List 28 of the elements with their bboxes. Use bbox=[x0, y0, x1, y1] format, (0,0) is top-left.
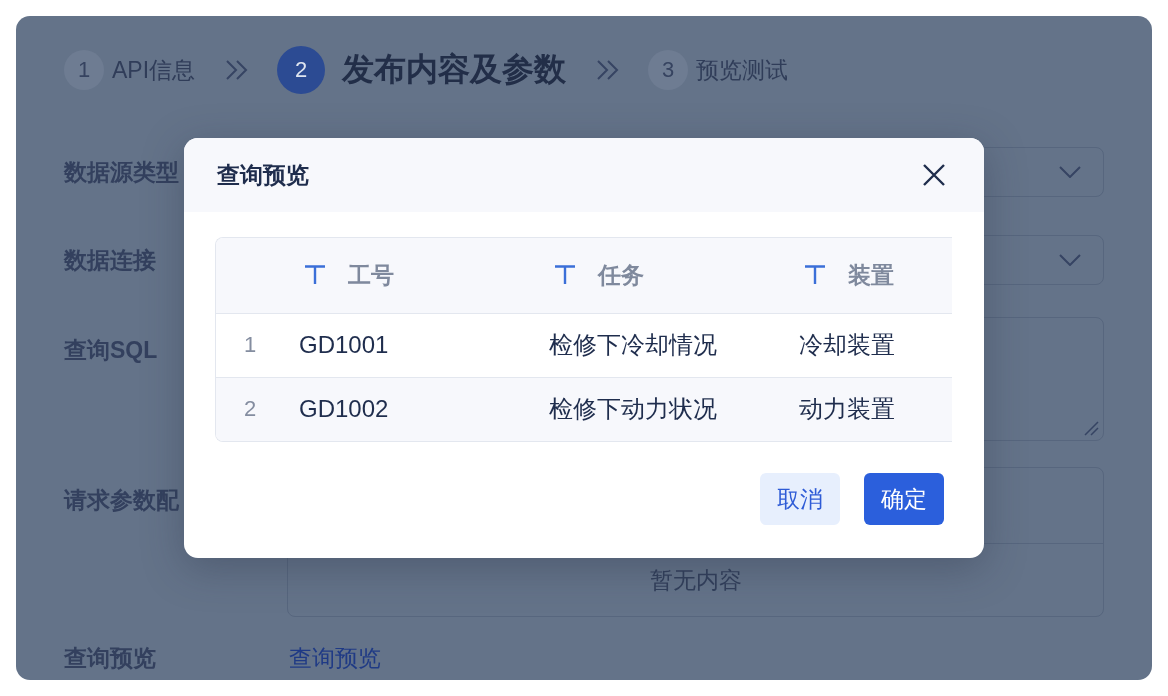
step-number: 1 bbox=[64, 50, 104, 90]
text-type-icon bbox=[554, 265, 576, 286]
close-button[interactable] bbox=[922, 163, 946, 187]
resize-handle-icon bbox=[1084, 421, 1099, 436]
chevron-down-icon bbox=[1059, 166, 1081, 178]
chevron-down-icon bbox=[1059, 254, 1081, 266]
table-cell: GD1001 bbox=[299, 331, 389, 358]
column-header: 任务 bbox=[598, 260, 644, 290]
row-number: 1 bbox=[243, 332, 257, 357]
step-number: 2 bbox=[277, 46, 326, 94]
row-number: 2 bbox=[243, 396, 257, 422]
table-cell: 检修下冷却情况 bbox=[549, 331, 717, 358]
column-header: 装置 bbox=[848, 260, 894, 290]
table-cell: GD1002 bbox=[299, 395, 389, 423]
table-cell: 动力装置 bbox=[799, 395, 895, 423]
table-cell: 冷却装置 bbox=[799, 331, 895, 358]
close-icon bbox=[922, 163, 946, 187]
table-cell: 检修下动力状况 bbox=[549, 395, 717, 423]
step-number: 3 bbox=[648, 50, 689, 90]
step-label: 发布内容及参数 bbox=[342, 50, 567, 89]
cancel-button[interactable]: 取消 bbox=[760, 473, 840, 525]
confirm-button[interactable]: 确定 bbox=[864, 473, 944, 525]
double-chevron-icon bbox=[596, 59, 621, 81]
double-chevron-icon bbox=[225, 59, 250, 81]
dialog-title: 查询预览 bbox=[217, 160, 309, 190]
column-header: 工号 bbox=[348, 260, 394, 290]
text-type-icon bbox=[304, 265, 326, 286]
text-type-icon bbox=[804, 265, 826, 286]
